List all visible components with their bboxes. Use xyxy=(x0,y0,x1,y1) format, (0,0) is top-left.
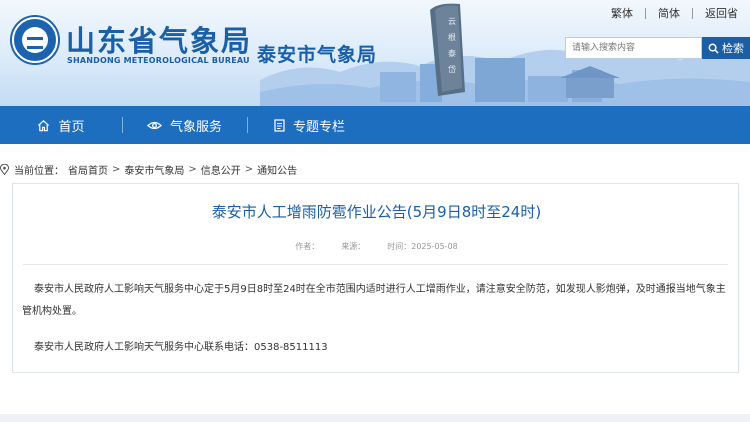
return-province-link[interactable]: 返回省 xyxy=(693,5,750,21)
top-links: 繁体 简体 返回省 xyxy=(599,6,750,20)
svg-text:云: 云 xyxy=(448,17,456,26)
contact-paragraph: 泰安市人民政府人工影响天气服务中心联系电话：0538-8511113 xyxy=(34,342,328,353)
article-paragraph: 泰安市人民政府人工影响天气服务中心定于5月9日8时至24时在全市范围内适时进行人… xyxy=(22,284,726,317)
breadcrumb-city-link[interactable]: 泰安市气象局 xyxy=(124,162,184,177)
svg-text:岱: 岱 xyxy=(448,64,456,74)
svg-text:根: 根 xyxy=(448,32,456,42)
nav-item-special-topics[interactable]: 专题专栏 xyxy=(247,106,372,144)
breadcrumb-prefix: 当前位置： xyxy=(14,165,64,177)
breadcrumb-notice-link[interactable]: 通知公告 xyxy=(257,162,297,177)
site-title-en: SHANDONG METEOROLOGICAL BUREAU xyxy=(67,56,250,65)
nav-item-weather-service[interactable]: 气象服务 xyxy=(122,106,247,144)
article-title: 泰安市人工增雨防雹作业公告(5月9日8时至24时) xyxy=(211,203,542,221)
search-input[interactable]: 请输入搜索内容 xyxy=(565,37,702,59)
source-label: 来源： xyxy=(341,242,366,251)
nav-item-label: 首页 xyxy=(58,119,85,135)
breadcrumb-separator: > xyxy=(112,163,121,175)
site-title: 山东省气象局 xyxy=(66,24,253,58)
time-label: 时间： xyxy=(387,242,412,251)
title-divider xyxy=(23,264,728,265)
article-meta: 作者： 来源： 时间：2025-05-08 xyxy=(13,241,740,252)
search-icon xyxy=(708,43,719,54)
breadcrumb-separator: > xyxy=(188,163,197,175)
footer-strip xyxy=(0,414,750,422)
article-panel: 泰安市人工增雨防雹作业公告(5月9日8时至24时) 作者： 来源： 时间：202… xyxy=(12,183,739,373)
search-button[interactable]: 检索 xyxy=(702,37,750,59)
nav-item-label: 专题专栏 xyxy=(292,119,345,135)
city-title: 泰安市气象局 xyxy=(257,44,378,66)
eye-icon xyxy=(147,121,162,129)
breadcrumb: 当前位置： 省局首页 > 泰安市气象局 > 信息公开 > 通知公告 xyxy=(0,160,301,178)
nav-item-home[interactable]: 首页 xyxy=(0,106,122,144)
breadcrumb-separator: > xyxy=(244,163,254,175)
nav-item-label: 气象服务 xyxy=(169,119,222,135)
site-header: 云 根 泰 岱 山东省气象局 SHANDONG METEOROLOGICAL B… xyxy=(0,0,750,106)
home-icon xyxy=(38,119,50,131)
simplified-chinese-link[interactable]: 简体 xyxy=(646,5,692,21)
breadcrumb-info-link[interactable]: 信息公开 xyxy=(201,162,241,177)
publish-date: 2025-05-08 xyxy=(411,242,458,251)
document-icon xyxy=(274,118,285,132)
author-label: 作者： xyxy=(295,242,320,251)
search-button-label: 检索 xyxy=(722,42,744,55)
location-icon xyxy=(0,163,9,175)
publish-time: 时间：2025-05-08 xyxy=(387,241,458,252)
bureau-logo[interactable] xyxy=(12,17,58,63)
breadcrumb-home-link[interactable]: 省局首页 xyxy=(68,162,108,177)
search-box: 请输入搜索内容 检索 xyxy=(565,37,750,59)
main-nav: 首页 气象服务 专题专栏 xyxy=(0,106,750,144)
svg-text:泰: 泰 xyxy=(448,48,456,58)
traditional-chinese-link[interactable]: 繁体 xyxy=(599,5,645,21)
